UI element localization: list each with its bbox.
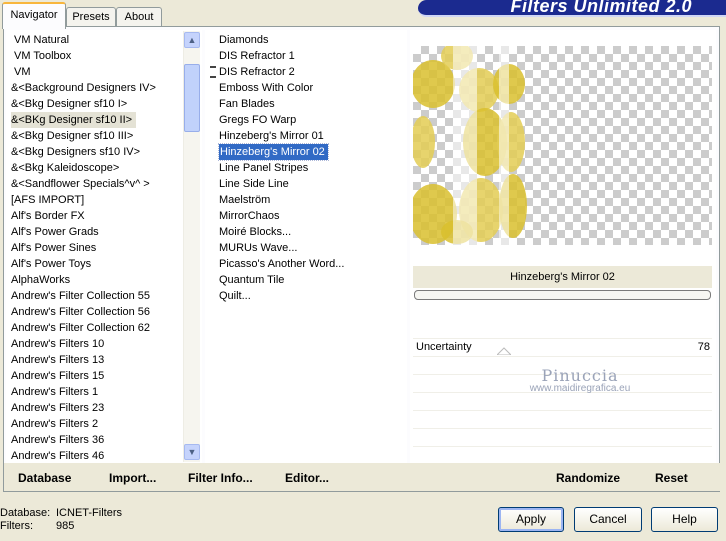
filter-item[interactable]: Gregs FO Warp xyxy=(219,112,399,128)
category-item[interactable]: Andrew's Filter Collection 56 xyxy=(11,304,183,320)
status-info: Database: ICNET-Filters Filters: 985 xyxy=(0,507,160,533)
watermark: Pinuccia www.maidiregrafica.eu xyxy=(500,366,660,394)
category-item[interactable]: &<Bkg Designer sf10 I> xyxy=(11,96,183,112)
help-button[interactable]: Help xyxy=(651,507,718,532)
reset-button[interactable]: Reset xyxy=(655,471,688,485)
filter-item[interactable]: Maelström xyxy=(219,192,399,208)
database-value: ICNET-Filters xyxy=(56,507,122,519)
category-item[interactable]: Andrew's Filter Collection 62 xyxy=(11,320,183,336)
category-list[interactable]: VM Natural VM Toolbox VM &<Background Desig… xyxy=(11,32,183,464)
filter-item[interactable]: DIS Refractor 2 xyxy=(219,64,399,80)
category-item[interactable]: Alf's Power Toys xyxy=(11,256,183,272)
category-item[interactable]: Alf's Power Sines xyxy=(11,240,183,256)
category-item[interactable]: &<Background Designers IV> xyxy=(11,80,183,96)
filter-item[interactable]: MURUs Wave... xyxy=(219,240,399,256)
scroll-down-button[interactable]: ▼ xyxy=(184,444,200,460)
filter-item[interactable]: Moiré Blocks... xyxy=(219,224,399,240)
category-item[interactable]: AlphaWorks xyxy=(11,272,183,288)
filter-item[interactable]: MirrorChaos xyxy=(219,208,399,224)
import-button[interactable]: Import... xyxy=(109,471,156,485)
category-item[interactable]: VM Toolbox xyxy=(11,48,183,64)
preview-light-band xyxy=(499,46,509,245)
filter-item[interactable]: DIS Refractor 1 xyxy=(219,48,399,64)
category-item[interactable]: &<Sandflower Specials^v^ > xyxy=(11,176,183,192)
filter-name-bar: Hinzeberg's Mirror 02 xyxy=(413,266,712,288)
filter-item[interactable]: Line Side Line xyxy=(219,176,399,192)
preview-light-band xyxy=(453,46,477,245)
scroll-up-button[interactable]: ▲ xyxy=(184,32,200,48)
category-item[interactable]: Andrew's Filters 13 xyxy=(11,352,183,368)
category-item[interactable]: Alf's Power Grads xyxy=(11,224,183,240)
scroll-thumb[interactable] xyxy=(184,64,200,132)
filter-item[interactable]: Emboss With Color xyxy=(219,80,399,96)
category-item[interactable]: Andrew's Filters 10 xyxy=(11,336,183,352)
category-item[interactable]: &<Bkg Kaleidoscope> xyxy=(11,160,183,176)
filter-item-selected[interactable]: Hinzeberg's Mirror 02 xyxy=(218,143,399,161)
category-item[interactable]: Alf's Border FX xyxy=(11,208,183,224)
category-item[interactable]: Andrew's Filters 23 xyxy=(11,400,183,416)
filter-item[interactable]: Line Panel Stripes xyxy=(219,160,399,176)
filter-item[interactable]: Quilt... xyxy=(219,288,399,304)
uncertainty-label: Uncertainty xyxy=(416,341,472,353)
category-item[interactable]: Andrew's Filters 15 xyxy=(11,368,183,384)
category-item-selected[interactable]: &<BKg Designer sf10 II> xyxy=(11,112,183,128)
database-button[interactable]: Database xyxy=(18,471,71,485)
category-item[interactable]: [AFS IMPORT] xyxy=(11,192,183,208)
banner-title: Filters Unlimited 2.0 xyxy=(510,0,692,16)
category-item[interactable]: &<Bkg Designers sf10 IV> xyxy=(11,144,183,160)
category-item[interactable]: Andrew's Filters 36 xyxy=(11,432,183,448)
category-scrollbar[interactable]: ▲ ▼ xyxy=(183,31,200,462)
preview-image xyxy=(413,46,712,245)
filter-item[interactable]: Diamonds xyxy=(219,32,399,48)
filter-item[interactable]: Fan Blades xyxy=(219,96,399,112)
uncertainty-row[interactable]: Uncertainty 78 xyxy=(413,339,712,356)
database-label: Database: xyxy=(0,507,51,519)
randomize-button[interactable]: Randomize xyxy=(556,471,620,485)
filter-item[interactable]: Quantum Tile xyxy=(219,272,399,288)
tab-about[interactable]: About xyxy=(116,7,162,27)
category-item[interactable]: &<Bkg Designer sf10 III> xyxy=(11,128,183,144)
apply-button[interactable]: Apply xyxy=(498,507,564,532)
title-banner: Filters Unlimited 2.0 xyxy=(418,0,726,17)
editor-button[interactable]: Editor... xyxy=(285,471,329,485)
filter-item[interactable]: Hinzeberg's Mirror 01 xyxy=(219,128,399,144)
filter-item[interactable]: Picasso's Another Word... xyxy=(219,256,399,272)
progress-bar xyxy=(414,290,711,300)
slider-marker-icon[interactable] xyxy=(497,347,511,355)
list-splitter[interactable] xyxy=(210,66,216,78)
filters-count: 985 xyxy=(56,520,75,532)
filter-list[interactable]: Diamonds DIS Refractor 1 DIS Refractor 2 Em… xyxy=(218,32,399,304)
tab-presets[interactable]: Presets xyxy=(66,7,116,27)
tab-navigator[interactable]: Navigator xyxy=(2,2,66,29)
cancel-button[interactable]: Cancel xyxy=(574,507,642,532)
category-item[interactable]: Andrew's Filter Collection 55 xyxy=(11,288,183,304)
watermark-url: www.maidiregrafica.eu xyxy=(529,383,631,394)
category-item[interactable]: Andrew's Filters 46 xyxy=(11,448,183,464)
filters-label: Filters: xyxy=(0,520,33,532)
category-item[interactable]: VM Natural xyxy=(11,32,183,48)
uncertainty-value[interactable]: 78 xyxy=(698,339,710,356)
category-item[interactable]: Andrew's Filters 1 xyxy=(11,384,183,400)
category-item[interactable]: Andrew's Filters 2 xyxy=(11,416,183,432)
filter-info-button[interactable]: Filter Info... xyxy=(188,471,253,485)
preview-filter-name: Hinzeberg's Mirror 02 xyxy=(510,271,615,283)
category-item[interactable]: VM xyxy=(11,64,183,80)
